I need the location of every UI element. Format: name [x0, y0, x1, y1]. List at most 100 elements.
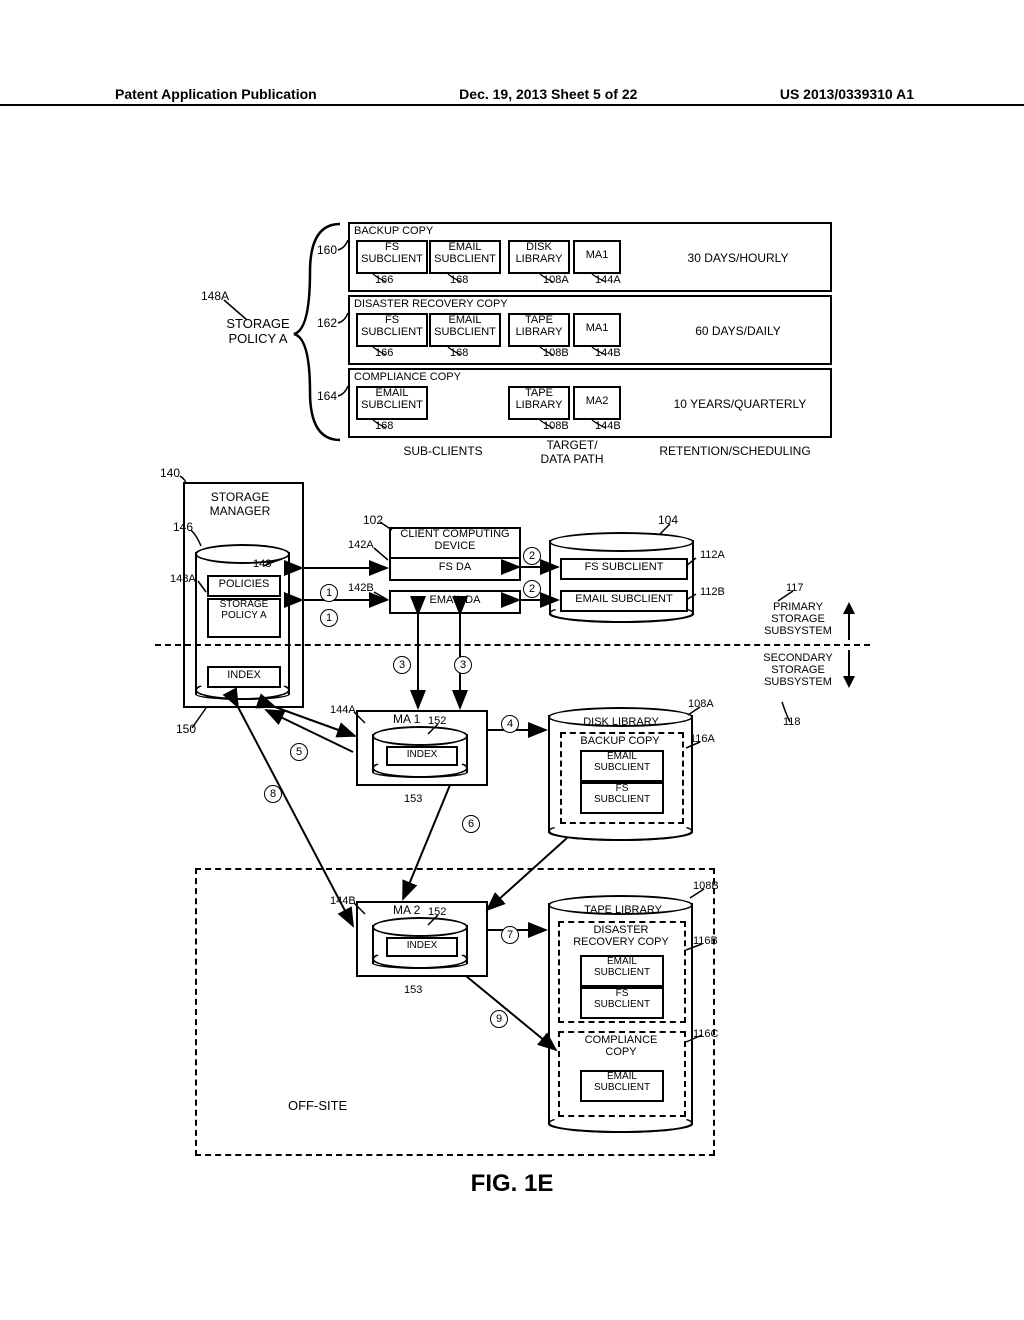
ref-144a-b: 144A — [330, 704, 356, 716]
step-2a: 2 — [523, 547, 541, 565]
dr-email: EMAIL SUBCLIENT — [429, 313, 501, 347]
step-1a: 1 — [320, 584, 338, 602]
ref-140: 140 — [160, 466, 180, 480]
comp-email-sub: EMAIL SUBCLIENT — [580, 1070, 664, 1102]
ref-112b: 112B — [700, 586, 725, 598]
ref-142a: 142A — [348, 539, 374, 551]
ma1-index: INDEX — [386, 746, 458, 766]
client-device: CLIENT COMPUTING DEVICE — [389, 527, 521, 561]
figure-label: FIG. 1E — [0, 1170, 1024, 1198]
ref-108Bc: 108B — [543, 420, 569, 432]
step-6: 6 — [462, 815, 480, 833]
backup-copy-label: BACKUP COPY — [571, 735, 669, 747]
ref-144Aa: 144A — [595, 274, 621, 286]
dr-ma: MA1 — [573, 313, 621, 347]
step-8: 8 — [264, 785, 282, 803]
comp-copy-label: COMPLIANCE COPY — [567, 1034, 675, 1058]
ref-148a-top: 148A — [201, 289, 229, 303]
subsystem-divider — [155, 644, 870, 646]
page: Patent Application Publication Dec. 19, … — [0, 0, 1024, 1320]
dr-ret: 60 DAYS/DAILY — [663, 324, 813, 338]
ref-168b: 168 — [450, 347, 468, 359]
dr-fs-sub: FS SUBCLIENT — [580, 987, 664, 1019]
header-center: Dec. 19, 2013 Sheet 5 of 22 — [459, 86, 637, 102]
backup-fs: FS SUBCLIENT — [356, 240, 428, 274]
dr-copy-label: DISASTER RECOVERY COPY — [565, 924, 677, 948]
step-4: 4 — [501, 715, 519, 733]
ref-142b: 142B — [348, 582, 374, 594]
ref-164: 164 — [317, 389, 337, 403]
ref-116b: 116B — [693, 935, 718, 947]
backup-fs-sub: FS SUBCLIENT — [580, 782, 664, 814]
step-3b: 3 — [454, 656, 472, 674]
backup-email-sub: EMAIL SUBCLIENT — [580, 750, 664, 782]
header-right: US 2013/0339310 A1 — [780, 86, 914, 102]
ref-146: 146 — [173, 520, 193, 534]
header-left: Patent Application Publication — [115, 86, 317, 102]
policies-label: POLICIES — [207, 575, 281, 597]
arrow-up-icon — [843, 602, 855, 614]
step-5: 5 — [290, 743, 308, 761]
ref-152a: 152 — [428, 715, 446, 727]
ref-118: 118 — [783, 716, 801, 728]
ma1-label: MA 1 — [393, 712, 420, 726]
arrow-down-icon — [843, 676, 855, 688]
fs-subclient: FS SUBCLIENT — [560, 558, 688, 580]
comp-email: EMAIL SUBCLIENT — [356, 386, 428, 420]
col-target: TARGET/ DATA PATH — [532, 438, 612, 466]
tape-library-label: TAPE LIBRARY — [578, 904, 668, 916]
dr-title: DISASTER RECOVERY COPY — [354, 298, 554, 310]
ref-160: 160 — [317, 243, 337, 257]
backup-lib: DISK LIBRARY — [508, 240, 570, 274]
ref-144b-b: 144B — [330, 895, 356, 907]
ref-108a-b: 108A — [688, 698, 714, 710]
backup-ret: 30 DAYS/HOURLY — [663, 251, 813, 265]
storage-policy-a-title: STORAGE POLICY A — [218, 316, 298, 346]
ref-116c: 116C — [693, 1028, 718, 1040]
ref-144Bb: 144B — [595, 347, 621, 359]
ma2-label: MA 2 — [393, 903, 420, 917]
storage-manager-label: STORAGE MANAGER — [195, 490, 285, 518]
step-1b: 1 — [320, 609, 338, 627]
step-7: 7 — [501, 926, 519, 944]
ref-102: 102 — [363, 513, 383, 527]
ref-150: 150 — [176, 722, 196, 736]
col-retention: RETENTION/SCHEDULING — [640, 444, 830, 458]
ref-162: 162 — [317, 316, 337, 330]
ref-112a: 112A — [700, 549, 725, 561]
step-2b: 2 — [523, 580, 541, 598]
backup-ma: MA1 — [573, 240, 621, 274]
ref-108Bb: 108B — [543, 347, 569, 359]
comp-lib: TAPE LIBRARY — [508, 386, 570, 420]
ma2-index: INDEX — [386, 937, 458, 957]
fs-da: FS DA — [389, 557, 521, 581]
backup-title: BACKUP COPY — [354, 225, 464, 237]
dr-fs: FS SUBCLIENT — [356, 313, 428, 347]
ref-168a: 168 — [450, 274, 468, 286]
ref-144Bc: 144B — [595, 420, 621, 432]
step-3a: 3 — [393, 656, 411, 674]
storage-policy-a-label: STORAGE POLICY A — [207, 598, 281, 638]
email-da: EMAIL DA — [389, 590, 521, 614]
ref-152b: 152 — [428, 906, 446, 918]
col-subclients: SUB-CLIENTS — [388, 444, 498, 458]
ref-148A: 148A — [170, 573, 196, 585]
comp-ret: 10 YEARS/QUARTERLY — [655, 397, 825, 411]
primary-sub: PRIMARY STORAGE SUBSYSTEM — [753, 601, 843, 637]
ref-117: 117 — [786, 582, 804, 594]
step-9: 9 — [490, 1010, 508, 1028]
backup-email: EMAIL SUBCLIENT — [429, 240, 501, 274]
ref-108Aa: 108A — [543, 274, 569, 286]
ref-153a: 153 — [404, 793, 422, 805]
disk-library-label: DISK LIBRARY — [576, 716, 666, 728]
ref-116a: 116A — [690, 733, 715, 745]
ref-104: 104 — [658, 513, 678, 527]
primary-arrow-stem — [848, 614, 850, 640]
comp-title: COMPLIANCE COPY — [354, 371, 514, 383]
ref-166b: 166 — [375, 347, 393, 359]
secondary-sub: SECONDARY STORAGE SUBSYSTEM — [753, 652, 843, 688]
ref-148: 148 — [253, 558, 271, 570]
dr-email-sub: EMAIL SUBCLIENT — [580, 955, 664, 987]
ref-153b: 153 — [404, 984, 422, 996]
comp-ma: MA2 — [573, 386, 621, 420]
